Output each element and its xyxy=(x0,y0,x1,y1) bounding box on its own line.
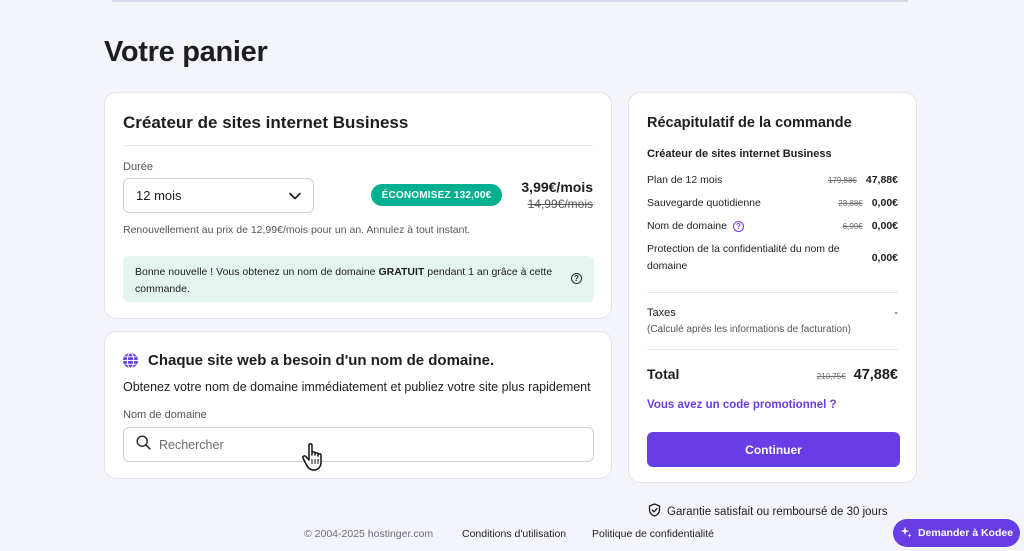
summary-row: Nom de domaine ? 6,99€ 0,00€ xyxy=(647,220,898,232)
summary-divider xyxy=(647,292,898,293)
info-text-bold: GRATUIT xyxy=(378,266,425,278)
summary-row: Protection de la confidentialité du nom … xyxy=(647,241,898,275)
renewal-note: Renouvellement au prix de 12,99€/mois po… xyxy=(123,224,471,236)
hand-cursor-icon xyxy=(301,442,327,477)
row-label: Protection de la confidentialité du nom … xyxy=(647,243,840,272)
question-icon[interactable]: ? xyxy=(571,273,582,284)
shield-check-icon xyxy=(648,503,661,520)
row-label: Plan de 12 mois xyxy=(647,174,723,186)
card-divider xyxy=(123,145,593,146)
duration-select[interactable]: 12 mois xyxy=(123,178,314,213)
duration-value: 12 mois xyxy=(136,188,182,203)
page-title: Votre panier xyxy=(104,36,268,68)
order-summary-card: Récapitulatif de la commande Créateur de… xyxy=(628,92,917,483)
chevron-down-icon xyxy=(289,188,301,203)
domain-search-input[interactable] xyxy=(159,437,559,452)
summary-product: Créateur de sites internet Business xyxy=(647,148,832,160)
globe-icon xyxy=(122,352,139,374)
domain-card: Chaque site web a besoin d'un nom de dom… xyxy=(104,331,612,479)
copyright: © 2004-2025 hostinger.com xyxy=(304,528,434,540)
ask-kodee-button[interactable]: Demander à Kodee xyxy=(893,519,1020,547)
taxes-value: - xyxy=(894,307,898,319)
domain-subtitle: Obtenez votre nom de domaine immédiateme… xyxy=(123,380,591,394)
row-label: Nom de domaine xyxy=(647,220,727,232)
row-old-price: 6,99€ xyxy=(842,222,863,231)
row-old-price: 179,88€ xyxy=(827,176,857,185)
domain-field-label: Nom de domaine xyxy=(123,409,207,421)
promo-code-link[interactable]: Vous avez un code promotionnel ? xyxy=(647,399,837,411)
product-title: Créateur de sites internet Business xyxy=(123,113,409,132)
duration-label: Durée xyxy=(123,161,153,173)
free-domain-info: Bonne nouvelle ! Vous obtenez un nom de … xyxy=(123,256,594,302)
guarantee-text: Garantie satisfait ou remboursé de 30 jo… xyxy=(667,505,888,518)
total-price: 47,88€ xyxy=(853,367,898,383)
domain-search-box[interactable] xyxy=(123,427,594,462)
taxes-label: Taxes xyxy=(647,307,676,319)
guarantee-note: Garantie satisfait ou remboursé de 30 jo… xyxy=(648,503,888,520)
total-row: Total 210,75€ 47,88€ xyxy=(647,366,898,383)
row-price: 0,00€ xyxy=(871,220,898,232)
total-label: Total xyxy=(647,366,680,382)
terms-link[interactable]: Conditions d'utilisation xyxy=(462,528,566,540)
monthly-price: 3,99€/mois xyxy=(521,179,593,195)
summary-row: Plan de 12 mois 179,88€ 47,88€ xyxy=(647,174,898,186)
row-price: 0,00€ xyxy=(871,197,898,209)
summary-title: Récapitulatif de la commande xyxy=(647,115,852,131)
privacy-link[interactable]: Politique de confidentialité xyxy=(592,528,714,540)
top-divider xyxy=(112,0,908,2)
sparkle-icon xyxy=(900,526,912,541)
taxes-block: Taxes - (Calculé après les informations … xyxy=(647,307,898,335)
product-card: Créateur de sites internet Business Duré… xyxy=(104,92,612,319)
total-old-price: 210,75€ xyxy=(816,372,846,381)
row-label: Sauvegarde quotidienne xyxy=(647,197,761,209)
old-monthly-price: 14,99€/mois xyxy=(527,197,593,211)
domain-heading: Chaque site web a besoin d'un nom de dom… xyxy=(148,352,495,369)
kodee-label: Demander à Kodee xyxy=(917,527,1014,539)
continue-button[interactable]: Continuer xyxy=(647,432,900,467)
summary-divider xyxy=(647,349,898,350)
search-icon xyxy=(136,434,151,455)
info-text-prefix: Bonne nouvelle ! Vous obtenez un nom de … xyxy=(135,266,379,278)
savings-badge: ÉCONOMISEZ 132,00€ xyxy=(371,184,502,206)
summary-row: Sauvegarde quotidienne 23,88€ 0,00€ xyxy=(647,197,898,209)
row-price: 47,88€ xyxy=(865,174,898,186)
taxes-note: (Calculé après les informations de factu… xyxy=(647,324,851,335)
row-old-price: 23,88€ xyxy=(838,199,863,208)
question-icon[interactable]: ? xyxy=(732,220,744,232)
row-price: 0,00€ xyxy=(871,252,898,264)
